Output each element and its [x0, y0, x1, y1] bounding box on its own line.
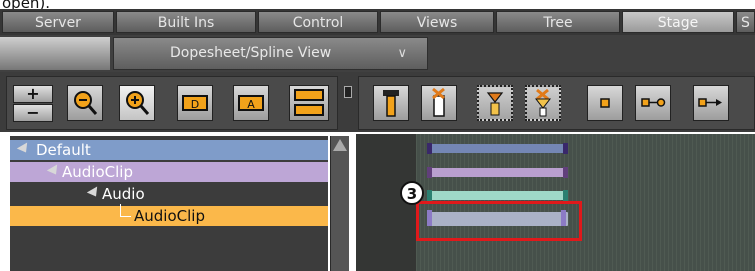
add-actor-button[interactable]: A [233, 85, 269, 121]
linear-button[interactable] [693, 85, 729, 121]
view-bar-left [0, 37, 110, 70]
timeline-panel: 3 [356, 134, 755, 271]
delete-key-button[interactable] [421, 85, 457, 121]
tab-bar: Server Built Ins Control Views Tree Stag… [0, 9, 755, 35]
point-icon [600, 98, 610, 108]
add-actor-icon: A [238, 95, 264, 111]
track-bar-audioclip[interactable] [428, 168, 568, 177]
remove-button[interactable]: − [13, 104, 53, 122]
tree-item-audioclip-parent[interactable]: AudioClip [10, 162, 328, 182]
single-point-button[interactable] [587, 85, 623, 121]
expand-triangle-icon[interactable] [46, 164, 62, 178]
tree-item-label: Default [36, 141, 91, 159]
tab-built-ins[interactable]: Built Ins [116, 11, 256, 33]
toolbar-grip[interactable] [344, 86, 352, 98]
zoom-in-button[interactable] [119, 85, 155, 121]
tab-stage[interactable]: Stage [622, 11, 734, 33]
tree-item-audioclip-selected[interactable]: AudioClip [10, 204, 328, 226]
view-bar: Dopesheet/Spline View ∨ [0, 35, 755, 72]
track-start-handle[interactable] [427, 143, 432, 154]
set-key-button[interactable] [373, 85, 409, 121]
track-end-handle[interactable] [563, 190, 568, 201]
plus-icon: + [26, 84, 40, 103]
scroll-up-icon[interactable] [333, 139, 347, 151]
add-director-button[interactable]: D [177, 85, 213, 121]
track-start-handle[interactable] [427, 190, 432, 201]
expand-collapse-button[interactable] [289, 85, 329, 121]
zoom-out-icon [74, 91, 98, 115]
tree-item-label: Audio [102, 185, 145, 203]
callout-badge: 3 [400, 181, 424, 205]
expand-triangle-icon[interactable] [16, 142, 32, 156]
track-bar-default[interactable] [428, 144, 568, 153]
tree-item-audio[interactable]: Audio [10, 184, 328, 204]
track-start-handle[interactable] [427, 167, 432, 178]
add-director-icon: D [182, 95, 208, 111]
minus-icon: − [26, 103, 40, 122]
add-button[interactable]: + [13, 85, 53, 103]
delete-key-icon [432, 87, 445, 117]
tree-item-default[interactable]: Default [10, 140, 328, 160]
tab-tree[interactable]: Tree [496, 11, 620, 33]
highlight-box [416, 201, 582, 241]
toolbar: + − D A [0, 72, 755, 132]
delete-keyframe-button[interactable] [525, 85, 561, 121]
delete-keyframe-icon [534, 88, 552, 117]
tree-item-label: AudioClip [62, 163, 133, 181]
linear-icon [698, 98, 722, 107]
tree-toolbar: + − D A [6, 76, 338, 130]
tab-views[interactable]: Views [380, 11, 494, 33]
tree-scrollbar[interactable] [330, 136, 349, 271]
track-end-handle[interactable] [563, 143, 568, 154]
zoom-out-button[interactable] [67, 85, 103, 121]
ease-icon [641, 98, 666, 107]
tree-connector [120, 204, 131, 217]
view-selector-label: Dopesheet/Spline View [170, 45, 332, 61]
tree-item-label: AudioClip [134, 207, 205, 225]
ease-button[interactable] [635, 85, 671, 121]
timeline-toolbar [358, 76, 755, 130]
svg-text:A: A [247, 98, 255, 111]
zoom-in-icon [126, 91, 150, 115]
expand-triangle-icon[interactable] [86, 186, 102, 200]
track-bar-audio[interactable] [428, 191, 568, 200]
tab-server[interactable]: Server [2, 11, 114, 33]
track-end-handle[interactable] [563, 167, 568, 178]
svg-text:D: D [191, 98, 199, 111]
chevron-down-icon: ∨ [397, 46, 407, 61]
tab-s[interactable]: S [736, 11, 755, 33]
tree-panel: Default AudioClip Audio AudioClip [10, 136, 328, 271]
set-keyframe-button[interactable] [477, 85, 513, 121]
expand-collapse-icon [294, 89, 324, 116]
keyframe-icon [486, 92, 504, 116]
key-icon [383, 90, 399, 117]
view-selector-dropdown[interactable]: Dopesheet/Spline View ∨ [113, 37, 428, 70]
tab-control[interactable]: Control [258, 11, 378, 33]
